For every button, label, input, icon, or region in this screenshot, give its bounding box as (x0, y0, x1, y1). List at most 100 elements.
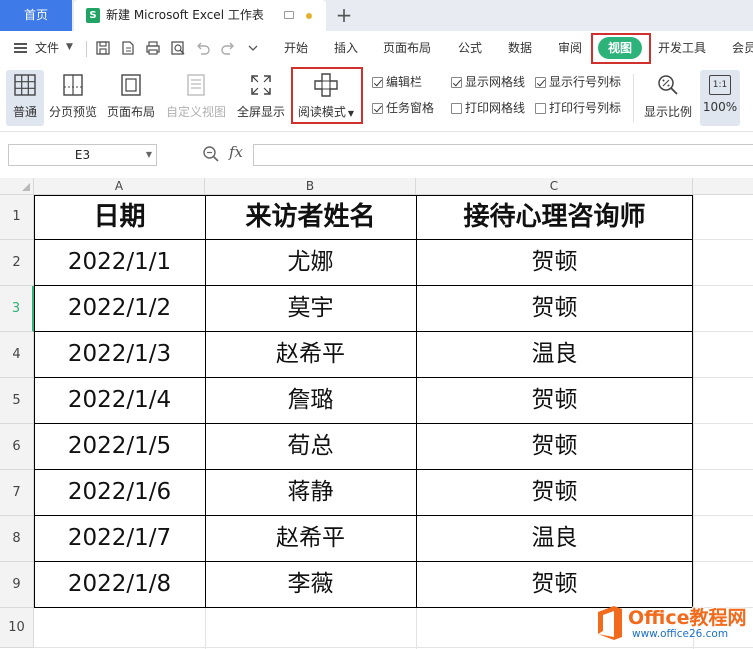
home-tab[interactable]: 首页 (0, 0, 72, 31)
table-cell[interactable]: 2022/1/7 (34, 516, 205, 562)
row-header[interactable]: 6 (0, 424, 34, 470)
export-pdf-icon[interactable] (120, 40, 136, 56)
row-header[interactable]: 9 (0, 562, 34, 608)
print-preview-icon[interactable] (170, 40, 186, 56)
table-cell[interactable]: 贺顿 (416, 470, 693, 516)
row-header[interactable]: 4 (0, 332, 34, 378)
spreadsheet-file-icon: S (86, 8, 100, 23)
table-cell[interactable]: 贺顿 (416, 378, 693, 424)
menu-start[interactable]: 开始 (284, 31, 308, 66)
formula-bar-checkbox[interactable]: 编辑栏 (372, 73, 422, 91)
print-gridlines-checkbox[interactable]: 打印网格线 (451, 99, 525, 117)
menu-member[interactable]: 会员 (732, 31, 753, 66)
table-cell[interactable]: 温良 (416, 516, 693, 562)
print-headings-checkbox[interactable]: 打印行号列标 (535, 99, 621, 117)
table-cell[interactable]: 2022/1/6 (34, 470, 205, 516)
page-layout-view-button[interactable]: 页面布局 (106, 70, 156, 126)
hamburger-menu-icon[interactable] (14, 43, 27, 53)
table-cell[interactable]: 贺顿 (416, 240, 693, 286)
checkbox-label: 编辑栏 (386, 75, 423, 89)
zoom-icon[interactable] (202, 145, 220, 163)
checkbox-icon (372, 103, 383, 114)
table-cell[interactable]: 温良 (416, 332, 693, 378)
table-cell[interactable]: 2022/1/5 (34, 424, 205, 470)
checkbox-icon (372, 77, 383, 88)
row-header[interactable]: 3 (0, 286, 34, 332)
document-tab[interactable]: S 新建 Microsoft Excel 工作表 (74, 0, 326, 31)
checkbox-label: 任务窗格 (386, 101, 435, 115)
table-cell[interactable]: 蒋静 (205, 470, 416, 516)
table-cell[interactable]: 李薇 (205, 562, 416, 608)
table-cell[interactable]: 贺顿 (416, 424, 693, 470)
table-cell[interactable]: 2022/1/1 (34, 240, 205, 286)
watermark: Office教程网 www.office26.com (590, 600, 753, 649)
column-header-b[interactable]: B (205, 178, 416, 195)
row-header[interactable]: 7 (0, 470, 34, 516)
menu-insert[interactable]: 插入 (334, 31, 358, 66)
title-bar: 首页 S 新建 Microsoft Excel 工作表 + (0, 0, 753, 31)
table-header-cell[interactable]: 日期 (34, 195, 205, 240)
customize-chevron-icon[interactable] (247, 40, 259, 56)
checkbox-icon (535, 77, 546, 88)
table-cell[interactable]: 莫宇 (205, 286, 416, 332)
monitor-icon[interactable] (284, 11, 294, 19)
task-pane-checkbox[interactable]: 任务窗格 (372, 99, 434, 117)
column-header-d[interactable] (693, 178, 753, 195)
menu-review[interactable]: 审阅 (558, 31, 582, 66)
zoom-percent-icon (658, 75, 678, 95)
row-header[interactable]: 10 (0, 608, 34, 648)
watermark-url: www.office26.com (632, 628, 729, 640)
redo-icon[interactable] (220, 40, 236, 56)
table-cell[interactable]: 贺顿 (416, 286, 693, 332)
normal-view-button[interactable]: 普通 (6, 70, 44, 126)
chevron-down-icon[interactable]: ▼ (146, 145, 152, 165)
table-cell[interactable]: 赵希平 (205, 332, 416, 378)
menu-developer[interactable]: 开发工具 (658, 31, 706, 66)
table-header-cell[interactable]: 来访者姓名 (205, 195, 416, 240)
table-cell[interactable]: 2022/1/3 (34, 332, 205, 378)
fullscreen-label: 全屏显示 (236, 105, 285, 119)
select-all-corner[interactable] (0, 178, 34, 195)
column-header-a[interactable]: A (34, 178, 205, 195)
actual-size-icon: 1:1 (709, 75, 731, 95)
zoom-100-button[interactable]: 1:1 100% (700, 70, 740, 126)
row-header[interactable]: 2 (0, 240, 34, 286)
page-break-preview-button[interactable]: 分页预览 (47, 70, 99, 126)
zoom-button[interactable]: 显示比例 (642, 70, 694, 126)
checkbox-label: 打印行号列标 (549, 101, 622, 115)
show-headings-checkbox[interactable]: 显示行号列标 (535, 73, 621, 91)
fullscreen-button[interactable]: 全屏显示 (235, 70, 287, 126)
new-tab-button[interactable]: + (334, 3, 354, 27)
table-cell[interactable]: 尤娜 (205, 240, 416, 286)
table-cell[interactable]: 赵希平 (205, 516, 416, 562)
column-header-c[interactable]: C (416, 178, 693, 195)
custom-view-button[interactable]: 自定义视图 (164, 70, 228, 126)
function-icon[interactable]: fx (229, 143, 243, 161)
table-cell[interactable]: 2022/1/2 (34, 286, 205, 332)
table-cell[interactable]: 2022/1/8 (34, 562, 205, 608)
file-menu[interactable]: 文件 (35, 31, 59, 66)
page-layout-icon (121, 74, 141, 96)
formula-input[interactable] (253, 144, 753, 166)
row-header[interactable]: 1 (0, 195, 34, 240)
chevron-down-icon[interactable]: ▼ (66, 42, 73, 52)
table-cell[interactable]: 荀总 (205, 424, 416, 470)
menu-formulas[interactable]: 公式 (458, 31, 482, 66)
table-cell[interactable]: 詹璐 (205, 378, 416, 424)
row-header[interactable]: 5 (0, 378, 34, 424)
undo-icon[interactable] (195, 40, 211, 56)
save-icon[interactable] (95, 40, 111, 56)
checkbox-label: 显示网格线 (465, 75, 526, 89)
menu-page-layout[interactable]: 页面布局 (383, 31, 431, 66)
table-cell[interactable]: 2022/1/4 (34, 378, 205, 424)
custom-view-icon (187, 74, 205, 96)
table-header-cell[interactable]: 接待心理咨询师 (416, 195, 693, 240)
formula-bar: E3 ▼ fx (0, 133, 753, 178)
print-icon[interactable] (145, 40, 161, 56)
name-box[interactable]: E3 ▼ (8, 144, 157, 166)
menu-data[interactable]: 数据 (508, 31, 532, 66)
show-gridlines-checkbox[interactable]: 显示网格线 (451, 73, 525, 91)
watermark-brand: Office教程网 (628, 607, 747, 629)
checkbox-label: 显示行号列标 (549, 75, 622, 89)
row-header[interactable]: 8 (0, 516, 34, 562)
